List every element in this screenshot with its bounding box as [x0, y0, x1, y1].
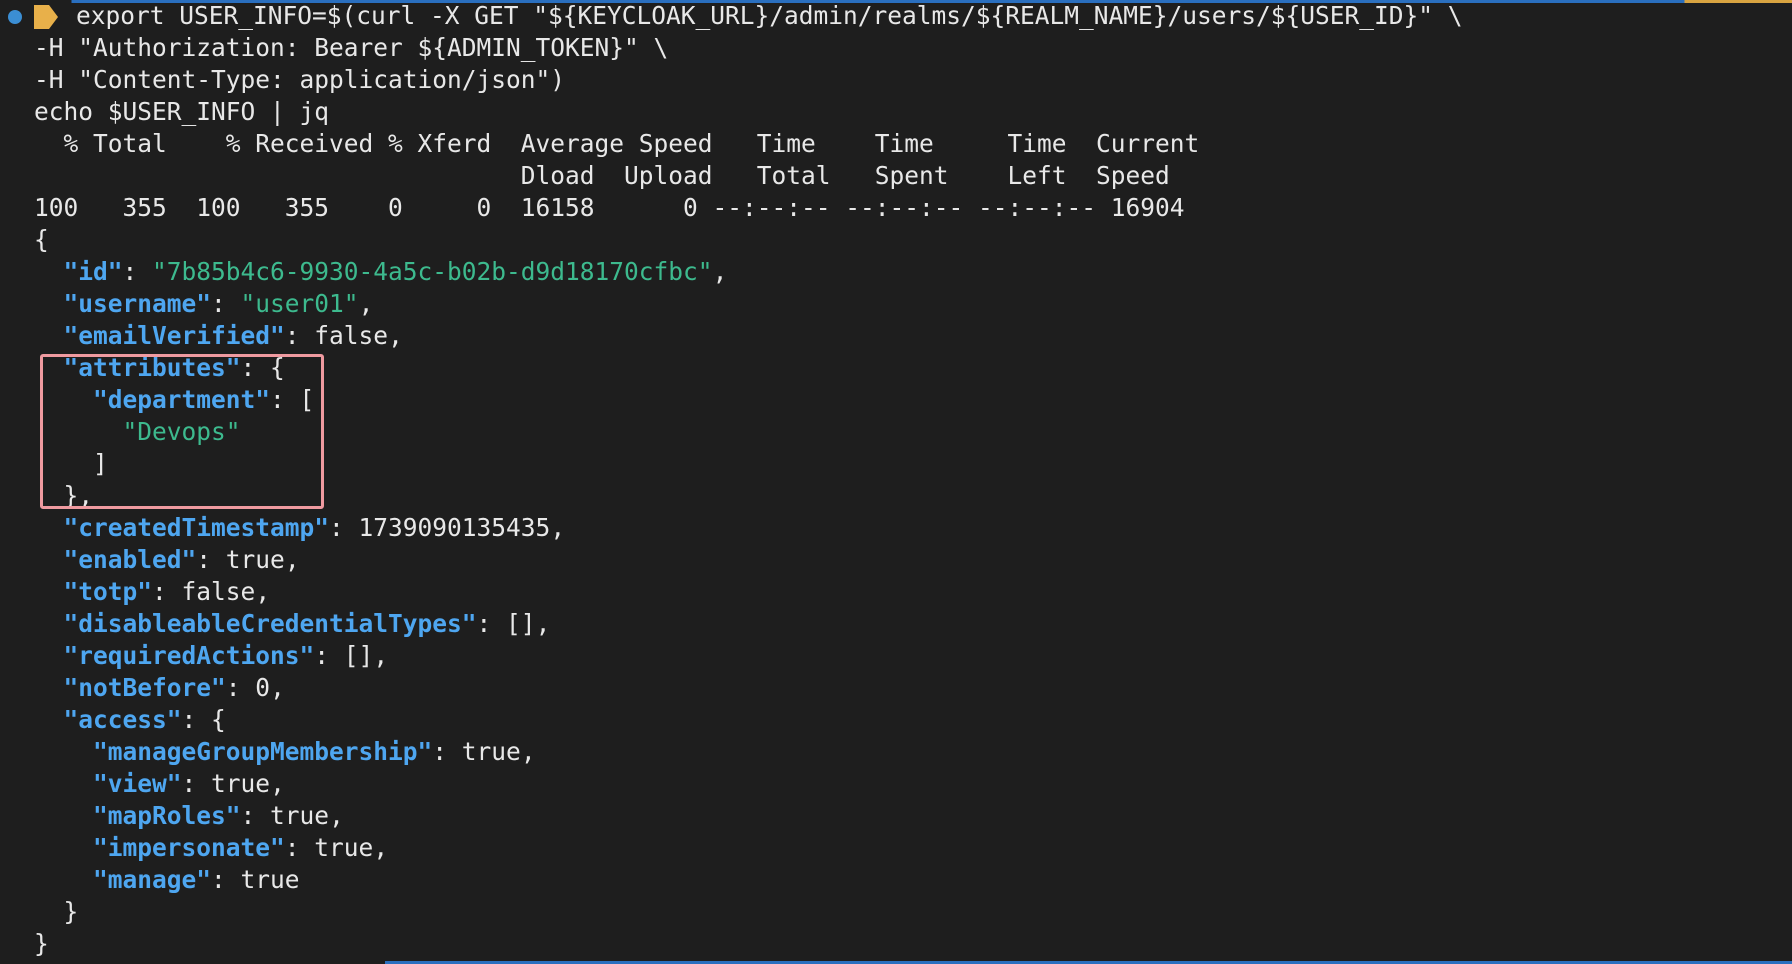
json-key: "totp" — [63, 577, 153, 606]
json-line-view: "view": true, — [93, 769, 285, 798]
json-key: "id" — [63, 257, 123, 286]
json-string: "user01" — [240, 289, 359, 318]
json-key: "enabled" — [63, 545, 197, 574]
json-line-manage: "manage": true — [93, 865, 300, 894]
json-value: true — [240, 865, 300, 894]
json-key: "manageGroupMembership" — [93, 737, 433, 766]
json-line-username: "username": "user01", — [63, 289, 374, 318]
json-line-created-timestamp: "createdTimestamp": 1739090135435, — [63, 513, 566, 542]
json-key: "emailVerified" — [63, 321, 285, 350]
status-dot-icon — [8, 10, 22, 24]
command-line: export USER_INFO=$(curl -X GET "${KEYCLO… — [76, 1, 1463, 30]
json-line-not-before: "notBefore": 0, — [63, 673, 285, 702]
prompt-arrow-icon — [34, 5, 58, 29]
curl-progress-header: % Total % Received % Xferd Average Speed… — [34, 129, 1200, 158]
json-line-access: "access": { — [63, 705, 226, 734]
command-line: -H "Authorization: Bearer ${ADMIN_TOKEN}… — [34, 33, 669, 62]
curl-progress-row: 100 355 100 355 0 0 16158 0 --:--:-- --:… — [34, 193, 1185, 222]
json-value: true — [270, 801, 330, 830]
command-line: -H "Content-Type: application/json") — [34, 65, 566, 94]
json-key: "username" — [63, 289, 212, 318]
json-key: "view" — [93, 769, 182, 798]
json-key: "notBefore" — [63, 673, 226, 702]
json-value: true — [225, 545, 285, 574]
json-key: "requiredActions" — [63, 641, 315, 670]
json-line-enabled: "enabled": true, — [63, 545, 300, 574]
json-value: 0 — [255, 673, 271, 702]
json-line-disableable-credential-types: "disableableCredentialTypes": [], — [63, 609, 551, 638]
command-line: echo $USER_INFO | jq — [34, 97, 330, 126]
json-line-access-close: } — [34, 897, 79, 926]
json-value: [] — [343, 641, 374, 670]
json-line-map-roles: "mapRoles": true, — [93, 801, 344, 830]
json-line-impersonate: "impersonate": true, — [93, 833, 389, 862]
terminal-window[interactable]: export USER_INFO=$(curl -X GET "${KEYCLO… — [0, 0, 1792, 964]
json-string: "7b85b4c6-9930-4a5c-b02b-d9d18170cfbc" — [152, 257, 713, 286]
json-value: true — [211, 769, 271, 798]
json-line-id: "id": "7b85b4c6-9930-4a5c-b02b-d9d18170c… — [63, 257, 728, 286]
json-line-manage-group-membership: "manageGroupMembership": true, — [93, 737, 536, 766]
json-value: false — [181, 577, 256, 606]
json-key: "impersonate" — [93, 833, 285, 862]
json-value: 1739090135435 — [358, 513, 551, 542]
json-open-brace: { — [34, 225, 49, 254]
json-line-totp: "totp": false, — [63, 577, 271, 606]
json-key: "access" — [63, 705, 182, 734]
json-value: true — [461, 737, 521, 766]
json-line-email-verified: "emailVerified": false, — [63, 321, 403, 350]
json-key: "manage" — [93, 865, 212, 894]
json-key: "createdTimestamp" — [63, 513, 330, 542]
curl-progress-header: Dload Upload Total Spent Left Speed — [34, 161, 1170, 190]
json-value: [] — [506, 609, 536, 638]
json-key: "disableableCredentialTypes" — [63, 609, 477, 638]
json-close-brace: } — [34, 929, 49, 958]
attributes-highlight-box — [40, 354, 324, 509]
json-line-required-actions: "requiredActions": [], — [63, 641, 389, 670]
json-key: "mapRoles" — [93, 801, 241, 830]
json-value: true — [314, 833, 374, 862]
json-value: false — [314, 321, 389, 350]
